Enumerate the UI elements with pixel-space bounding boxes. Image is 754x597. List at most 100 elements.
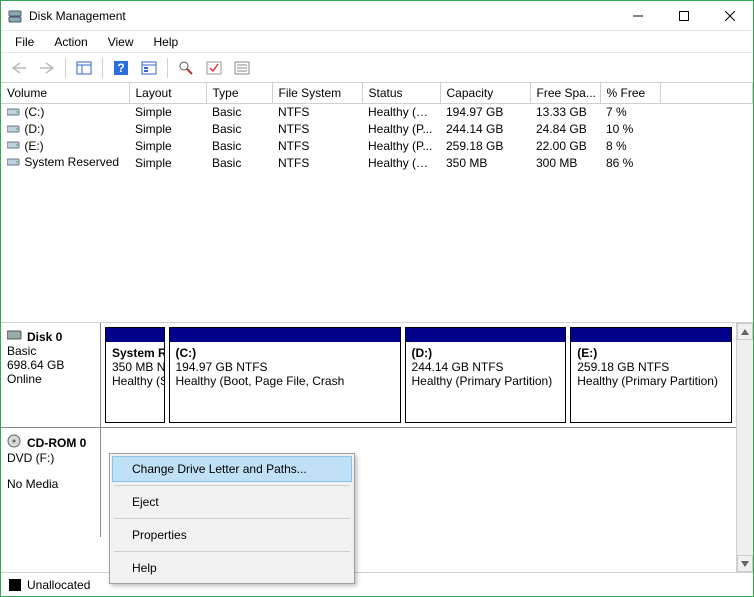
partition-cap	[406, 328, 566, 342]
list-button[interactable]	[230, 56, 254, 80]
volume-type: Basic	[206, 121, 272, 138]
scroll-up-icon[interactable]	[737, 323, 753, 340]
volume-name: System Reserved	[24, 155, 119, 169]
volume-fs: NTFS	[272, 154, 362, 171]
disk-state: No Media	[7, 477, 94, 491]
partition-cap	[106, 328, 164, 342]
menubar: File Action View Help	[1, 31, 753, 53]
col-free[interactable]: Free Spa...	[530, 83, 600, 104]
volume-row[interactable]: (E:) SimpleBasicNTFSHealthy (P...259.18 G…	[1, 138, 753, 155]
menu-help[interactable]: Help	[146, 33, 187, 51]
partition-size: 350 MB NTFS	[112, 360, 158, 374]
disk-state: Online	[7, 372, 94, 386]
menu-item-change-drive-letter[interactable]: Change Drive Letter and Paths...	[112, 456, 352, 482]
volume-capacity: 350 MB	[440, 154, 530, 171]
volume-status: Healthy (B...	[362, 104, 440, 121]
menu-action[interactable]: Action	[46, 33, 95, 51]
partition-cap	[571, 328, 731, 342]
menu-item-properties[interactable]: Properties	[112, 522, 352, 548]
menu-item-eject[interactable]: Eject	[112, 489, 352, 515]
volume-name: (C:)	[24, 105, 44, 119]
scroll-down-icon[interactable]	[737, 555, 753, 572]
col-fs[interactable]: File System	[272, 83, 362, 104]
partition[interactable]: (E:)259.18 GB NTFSHealthy (Primary Parti…	[570, 327, 732, 423]
col-status[interactable]: Status	[362, 83, 440, 104]
volume-capacity: 194.97 GB	[440, 104, 530, 121]
vertical-scrollbar[interactable]	[736, 323, 753, 572]
context-menu: Change Drive Letter and Paths... Eject P…	[109, 453, 355, 584]
partition-size: 244.14 GB NTFS	[412, 360, 560, 374]
volume-free: 24.84 GB	[530, 121, 600, 138]
svg-text:?: ?	[117, 61, 124, 75]
disk-info[interactable]: Disk 0Basic698.64 GBOnline	[1, 323, 101, 427]
menu-separator	[114, 518, 350, 519]
col-type[interactable]: Type	[206, 83, 272, 104]
partition-name: (E:)	[577, 346, 725, 360]
legend-swatch-unallocated	[9, 579, 21, 591]
volume-capacity: 244.14 GB	[440, 121, 530, 138]
maximize-button[interactable]	[661, 1, 707, 31]
partition[interactable]: (C:)194.97 GB NTFSHealthy (Boot, Page Fi…	[169, 327, 401, 423]
disk-title: Disk 0	[27, 330, 62, 344]
disk-kind: DVD (F:)	[7, 451, 94, 465]
volume-layout: Simple	[129, 138, 206, 155]
volume-status: Healthy (P...	[362, 138, 440, 155]
volume-layout: Simple	[129, 121, 206, 138]
drive-icon	[7, 123, 21, 137]
volume-row[interactable]: (C:)SimpleBasicNTFSHealthy (B...194.97 G…	[1, 104, 753, 121]
menu-view[interactable]: View	[100, 33, 142, 51]
volume-status: Healthy (S...	[362, 154, 440, 171]
volume-list-pane: Volume Layout Type File System Status Ca…	[1, 83, 753, 323]
volume-fs: NTFS	[272, 138, 362, 155]
partition-status: Healthy (Syst	[112, 374, 158, 388]
col-layout[interactable]: Layout	[129, 83, 206, 104]
col-spacer	[660, 83, 753, 104]
settings-button[interactable]	[72, 56, 96, 80]
volume-capacity: 259.18 GB	[440, 138, 530, 155]
cdrom-icon	[7, 434, 23, 451]
volume-pct: 8 %	[600, 138, 660, 155]
search-button[interactable]	[174, 56, 198, 80]
col-pct[interactable]: % Free	[600, 83, 660, 104]
partition-status: Healthy (Primary Partition)	[577, 374, 725, 388]
legend-label-unallocated: Unallocated	[27, 578, 90, 592]
disk-row: Disk 0Basic698.64 GBOnlineSystem Rese350…	[1, 323, 736, 427]
back-button[interactable]	[7, 56, 31, 80]
minimize-button[interactable]	[615, 1, 661, 31]
volume-fs: NTFS	[272, 104, 362, 121]
toolbar: ?	[1, 53, 753, 83]
window: Disk Management File Action View Help ?	[0, 0, 754, 597]
disk-info[interactable]: CD-ROM 0DVD (F:) No Media	[1, 428, 101, 537]
check-button[interactable]	[202, 56, 226, 80]
volume-type: Basic	[206, 138, 272, 155]
volume-status: Healthy (P...	[362, 121, 440, 138]
disk-kind: Basic	[7, 344, 94, 358]
volume-fs: NTFS	[272, 121, 362, 138]
menu-file[interactable]: File	[7, 33, 42, 51]
partition-name: (D:)	[412, 346, 560, 360]
partition[interactable]: (D:)244.14 GB NTFSHealthy (Primary Parti…	[405, 327, 567, 423]
disk-icon	[7, 329, 23, 344]
partition[interactable]: System Rese350 MB NTFSHealthy (Syst	[105, 327, 165, 423]
menu-item-help[interactable]: Help	[112, 555, 352, 581]
volume-layout: Simple	[129, 104, 206, 121]
help-button[interactable]: ?	[109, 56, 133, 80]
forward-button[interactable]	[35, 56, 59, 80]
disk-size: 698.64 GB	[7, 358, 94, 372]
app-icon	[7, 8, 23, 24]
col-volume[interactable]: Volume	[1, 83, 129, 104]
drive-icon	[7, 139, 21, 153]
volume-name: (E:)	[24, 139, 43, 153]
partition-status: Healthy (Boot, Page File, Crash	[176, 374, 394, 388]
volume-pct: 10 %	[600, 121, 660, 138]
close-button[interactable]	[707, 1, 753, 31]
disk-title: CD-ROM 0	[27, 436, 86, 450]
drive-icon	[7, 156, 21, 170]
col-capacity[interactable]: Capacity	[440, 83, 530, 104]
view-button[interactable]	[137, 56, 161, 80]
drive-icon	[7, 106, 21, 120]
volume-row[interactable]: (D:)SimpleBasicNTFSHealthy (P...244.14 G…	[1, 121, 753, 138]
volume-row[interactable]: System ReservedSimpleBasicNTFSHealthy (S…	[1, 154, 753, 171]
titlebar: Disk Management	[1, 1, 753, 31]
menu-separator	[114, 551, 350, 552]
